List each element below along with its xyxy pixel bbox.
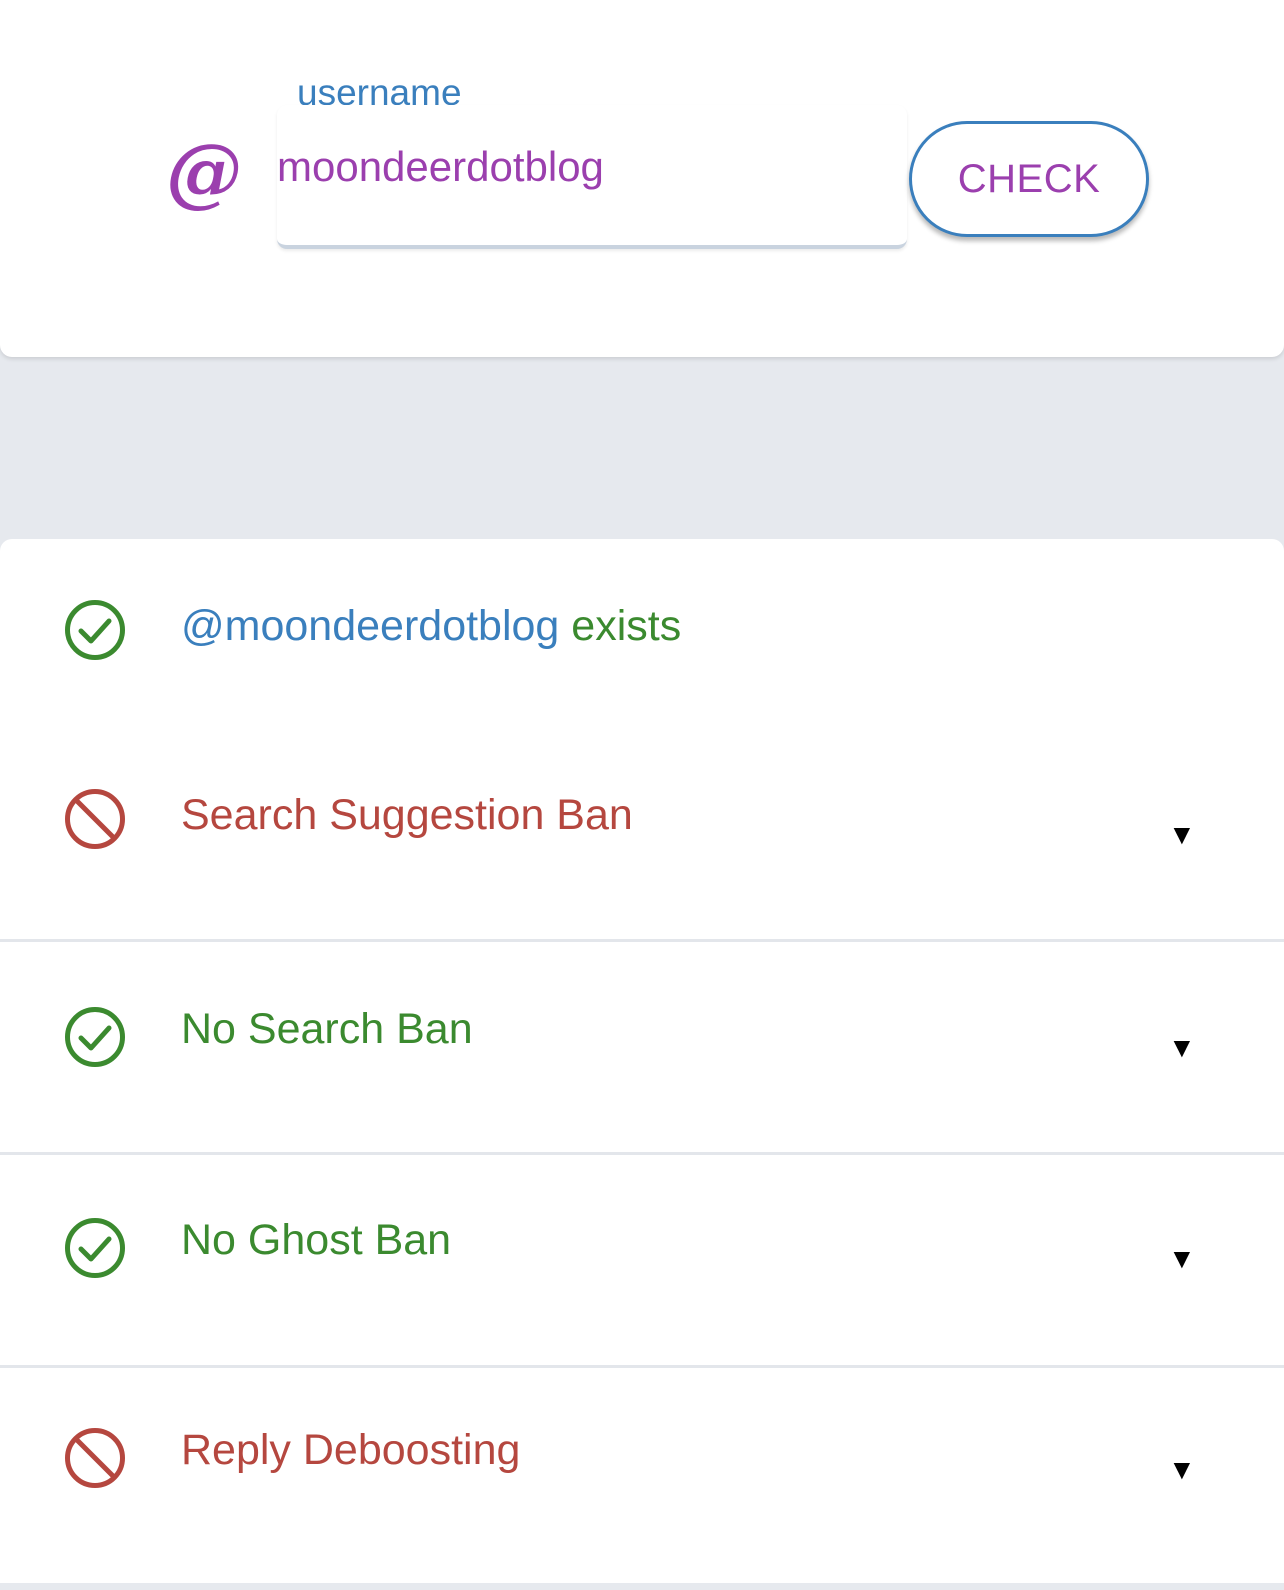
username-mention: @moondeerdotblog bbox=[181, 602, 560, 650]
expand-caret-icon[interactable]: ▼ bbox=[1168, 1245, 1196, 1273]
result-text: Search Suggestion Ban bbox=[181, 791, 633, 839]
result-row-ghost-ban[interactable]: No Ghost Ban ▼ bbox=[0, 1152, 1284, 1364]
username-check-card: @ username CHECK bbox=[0, 0, 1284, 357]
result-text: No Ghost Ban bbox=[181, 1216, 452, 1264]
username-field[interactable] bbox=[277, 105, 907, 249]
expand-caret-icon[interactable]: ▼ bbox=[1168, 1034, 1196, 1062]
page-bottom-edge bbox=[0, 1583, 1284, 1590]
result-text: @moondeerdotblog exists bbox=[181, 605, 681, 648]
check-circle-icon bbox=[65, 1218, 125, 1278]
check-circle-icon bbox=[65, 600, 125, 660]
ban-icon bbox=[65, 789, 125, 849]
expand-caret-icon[interactable]: ▼ bbox=[1168, 1456, 1196, 1484]
result-row-exists: @moondeerdotblog exists bbox=[0, 539, 1284, 751]
username-input[interactable] bbox=[277, 143, 877, 191]
results-panel: @moondeerdotblog exists Search Suggestio… bbox=[0, 539, 1284, 1586]
ban-icon bbox=[65, 1428, 125, 1488]
expand-caret-icon[interactable]: ▼ bbox=[1168, 821, 1196, 849]
result-row-reply-deboosting[interactable]: Reply Deboosting ▼ bbox=[0, 1365, 1284, 1577]
result-text: No Search Ban bbox=[181, 1005, 473, 1053]
exists-label: exists bbox=[559, 602, 682, 650]
result-text: Reply Deboosting bbox=[181, 1426, 521, 1474]
at-sign-icon: @ bbox=[166, 127, 242, 216]
check-button[interactable]: CHECK bbox=[909, 121, 1149, 237]
result-row-search-suggestion-ban[interactable]: Search Suggestion Ban ▼ bbox=[0, 730, 1284, 942]
result-row-search-ban[interactable]: No Search Ban ▼ bbox=[0, 939, 1284, 1151]
check-circle-icon bbox=[65, 1007, 125, 1067]
